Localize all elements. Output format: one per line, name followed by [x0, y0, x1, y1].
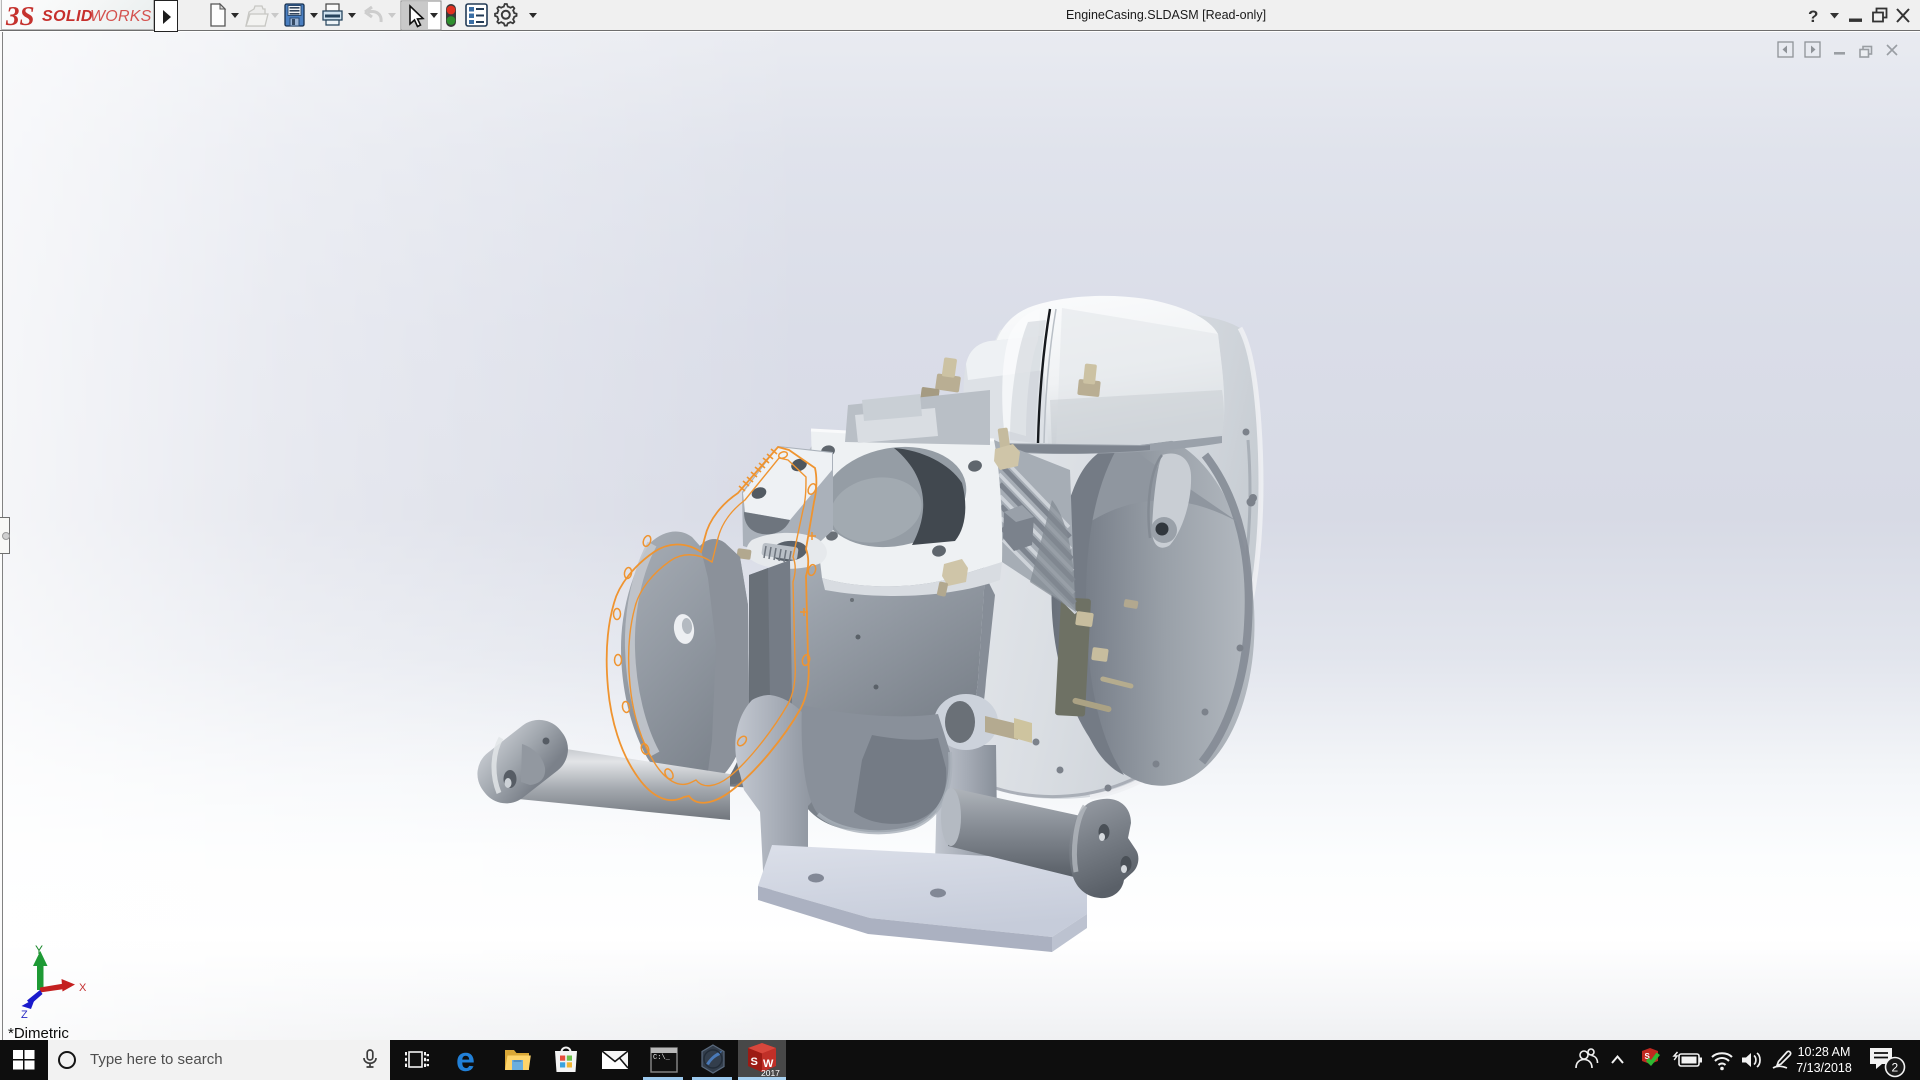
svg-text:C:\_: C:\_: [653, 1054, 671, 1062]
svg-text:2017: 2017: [761, 1068, 780, 1078]
svg-text:3S: 3S: [5, 1, 35, 30]
svg-text:WORKS: WORKS: [90, 8, 152, 25]
svg-text:2: 2: [1892, 1061, 1899, 1075]
svg-text:SOLID: SOLID: [42, 8, 93, 25]
svg-text:Z: Z: [21, 1009, 28, 1018]
svg-text:e: e: [456, 1041, 475, 1079]
svg-text:S: S: [751, 1056, 758, 1068]
svg-text:?: ?: [1808, 7, 1818, 26]
svg-text:X: X: [79, 982, 87, 994]
